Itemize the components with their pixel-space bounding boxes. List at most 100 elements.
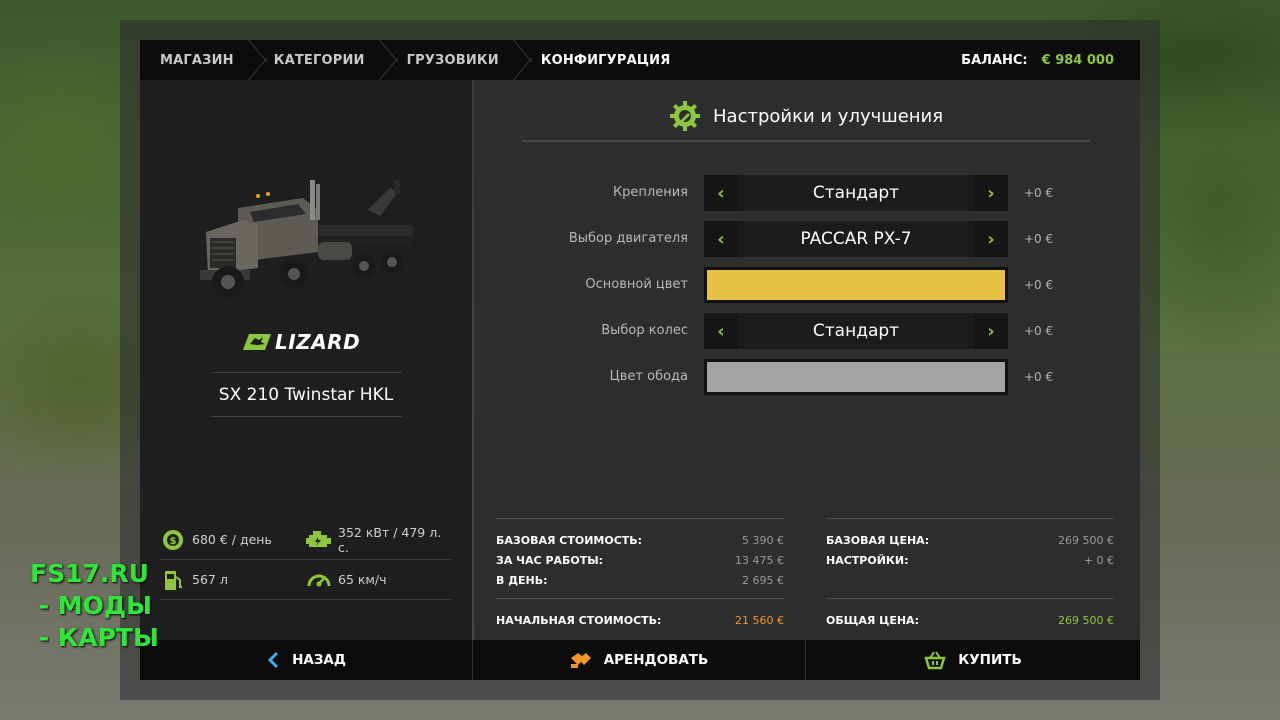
chevron-left-icon[interactable]: ‹ bbox=[704, 221, 738, 257]
back-button[interactable]: НАЗАД bbox=[140, 640, 473, 680]
vehicle-panel: LIZARD SX 210 Twinstar HKL $ 680 € / ден… bbox=[140, 80, 472, 640]
chevron-right-icon[interactable]: › bbox=[974, 221, 1008, 257]
stat-fuel-value: 567 л bbox=[192, 572, 228, 587]
cost-line: ЗА ЧАС РАБОТЫ: 13 475 € bbox=[496, 550, 784, 570]
total-price-line: ОБЩАЯ ЦЕНА: 269 500 € bbox=[826, 610, 1114, 630]
cost-label: В ДЕНЬ: bbox=[496, 573, 548, 587]
option-label: Крепления bbox=[612, 185, 688, 200]
cost-value: 5 390 € bbox=[742, 533, 784, 547]
wheels-selector[interactable]: ‹ Стандарт › bbox=[704, 313, 1008, 349]
section-header: Настройки и улучшения bbox=[669, 100, 943, 132]
site-watermark: FS17.RU - МОДЫ - КАРТЫ bbox=[30, 558, 159, 654]
option-row-wheels: Выбор колес ‹ Стандарт › +0 € bbox=[474, 313, 1140, 349]
chevron-right-icon[interactable]: › bbox=[974, 313, 1008, 349]
stat-power: 352 кВт / 479 л. с. bbox=[306, 525, 452, 555]
money-gear-icon: $ bbox=[160, 527, 186, 553]
breadcrumb-shop[interactable]: МАГАЗИН bbox=[140, 40, 248, 80]
initial-cost-value: 21 560 € bbox=[735, 613, 784, 627]
header-bar: МАГАЗИН КАТЕГОРИИ ГРУЗОВИКИ КОНФИГУРАЦИЯ… bbox=[140, 40, 1140, 80]
lease-button[interactable]: АРЕНДОВАТЬ bbox=[473, 640, 806, 680]
basket-icon bbox=[924, 651, 946, 670]
stats-row: 567 л 65 км/ч bbox=[160, 560, 452, 600]
lease-costs: БАЗОВАЯ СТОИМОСТЬ: 5 390 € ЗА ЧАС РАБОТЫ… bbox=[496, 518, 784, 627]
breadcrumb-separator bbox=[379, 40, 401, 80]
svg-text:$: $ bbox=[170, 536, 177, 547]
rim-color-swatch[interactable] bbox=[704, 359, 1008, 395]
option-label: Цвет обода bbox=[609, 369, 688, 384]
option-price: +0 € bbox=[1024, 324, 1054, 338]
option-row-attachments: Крепления ‹ Стандарт › +0 € bbox=[474, 175, 1140, 211]
model-name: SX 210 Twinstar HKL bbox=[218, 385, 394, 405]
chevron-right-icon[interactable]: › bbox=[974, 175, 1008, 211]
option-value: Стандарт bbox=[812, 321, 900, 341]
chevron-left-icon[interactable]: ‹ bbox=[704, 175, 738, 211]
balance-label: БАЛАНС: bbox=[961, 52, 1028, 68]
divider bbox=[496, 598, 784, 599]
fuel-icon bbox=[160, 567, 186, 593]
back-label: НАЗАД bbox=[292, 652, 346, 668]
option-price: +0 € bbox=[1024, 278, 1054, 292]
cost-label: БАЗОВАЯ ЦЕНА: bbox=[826, 533, 930, 547]
cost-value: 13 475 € bbox=[735, 553, 784, 567]
section-title: Настройки и улучшения bbox=[713, 105, 944, 127]
total-price-value: 269 500 € bbox=[1058, 613, 1114, 627]
breadcrumb-configuration: КОНФИГУРАЦИЯ bbox=[540, 52, 671, 68]
balance: БАЛАНС: € 984 000 bbox=[961, 40, 1114, 80]
cost-line: БАЗОВАЯ ЦЕНА: 269 500 € bbox=[826, 530, 1114, 550]
cost-value: 269 500 € bbox=[1058, 533, 1114, 547]
lease-label: АРЕНДОВАТЬ bbox=[603, 652, 709, 668]
stat-power-value: 352 кВт / 479 л. с. bbox=[338, 524, 442, 555]
breadcrumb-separator bbox=[513, 40, 535, 80]
divider bbox=[826, 518, 1114, 519]
option-row-base-color: Основной цвет +0 € bbox=[474, 267, 1140, 303]
breadcrumb-categories[interactable]: КАТЕГОРИИ bbox=[270, 40, 379, 80]
watermark-line: FS17.RU bbox=[30, 559, 149, 588]
divider bbox=[212, 372, 402, 373]
cost-line: В ДЕНЬ: 2 695 € bbox=[496, 570, 784, 590]
cost-value: + 0 € bbox=[1083, 553, 1114, 567]
cost-label: БАЗОВАЯ СТОИМОСТЬ: bbox=[496, 533, 643, 547]
watermark-line: - КАРТЫ bbox=[30, 623, 159, 652]
footer-bar: НАЗАД АРЕНДОВАТЬ КУПИТЬ bbox=[140, 640, 1140, 680]
cost-label: ЗА ЧАС РАБОТЫ: bbox=[496, 553, 604, 567]
breadcrumb-trucks[interactable]: ГРУЗОВИКИ bbox=[401, 40, 513, 80]
stat-speed-value: 65 км/ч bbox=[338, 572, 387, 587]
engine-selector[interactable]: ‹ PACCAR PX-7 › bbox=[704, 221, 1008, 257]
vehicle-stats: $ 680 € / день 352 кВт / 479 л. с. 567 л bbox=[160, 520, 452, 600]
base-color-swatch[interactable] bbox=[704, 267, 1008, 303]
option-value: PACCAR PX-7 bbox=[800, 229, 912, 249]
brand-logo: LIZARD bbox=[243, 330, 360, 354]
watermark-line: - МОДЫ bbox=[30, 591, 153, 620]
cost-label: ОБЩАЯ ЦЕНА: bbox=[826, 613, 919, 627]
cost-line: БАЗОВАЯ СТОИМОСТЬ: 5 390 € bbox=[496, 530, 784, 550]
speedometer-icon bbox=[306, 567, 332, 593]
option-price: +0 € bbox=[1024, 232, 1054, 246]
title-divider bbox=[522, 140, 1090, 142]
cost-label: НАСТРОЙКИ: bbox=[826, 553, 909, 567]
cost-label: НАЧАЛЬНАЯ СТОИМОСТЬ: bbox=[496, 613, 662, 627]
handshake-icon bbox=[570, 653, 591, 668]
buy-label: КУПИТЬ bbox=[958, 652, 1022, 668]
chevron-left-icon bbox=[267, 651, 279, 669]
brand-name: LIZARD bbox=[275, 330, 361, 354]
lizard-logo-icon bbox=[243, 334, 271, 350]
cost-line: НАСТРОЙКИ: + 0 € bbox=[826, 550, 1114, 570]
chevron-left-icon[interactable]: ‹ bbox=[704, 313, 738, 349]
divider bbox=[496, 518, 784, 519]
breadcrumb-separator bbox=[248, 40, 270, 80]
attachments-selector[interactable]: ‹ Стандарт › bbox=[704, 175, 1008, 211]
stat-maintenance: $ 680 € / день bbox=[160, 527, 306, 553]
option-value: Стандарт bbox=[812, 183, 900, 203]
purchase-costs: БАЗОВАЯ ЦЕНА: 269 500 € НАСТРОЙКИ: + 0 €… bbox=[826, 518, 1114, 627]
option-row-rim-color: Цвет обода +0 € bbox=[474, 359, 1140, 395]
option-label: Выбор двигателя bbox=[568, 231, 688, 246]
cost-value: 2 695 € bbox=[742, 573, 784, 587]
option-price: +0 € bbox=[1024, 370, 1054, 384]
stat-speed: 65 км/ч bbox=[306, 567, 452, 593]
wrench-gear-icon bbox=[670, 101, 700, 131]
stat-fuel: 567 л bbox=[160, 567, 306, 593]
buy-button[interactable]: КУПИТЬ bbox=[806, 640, 1140, 680]
stats-row: $ 680 € / день 352 кВт / 479 л. с. bbox=[160, 520, 452, 560]
divider bbox=[212, 416, 402, 417]
engine-icon bbox=[306, 527, 332, 553]
